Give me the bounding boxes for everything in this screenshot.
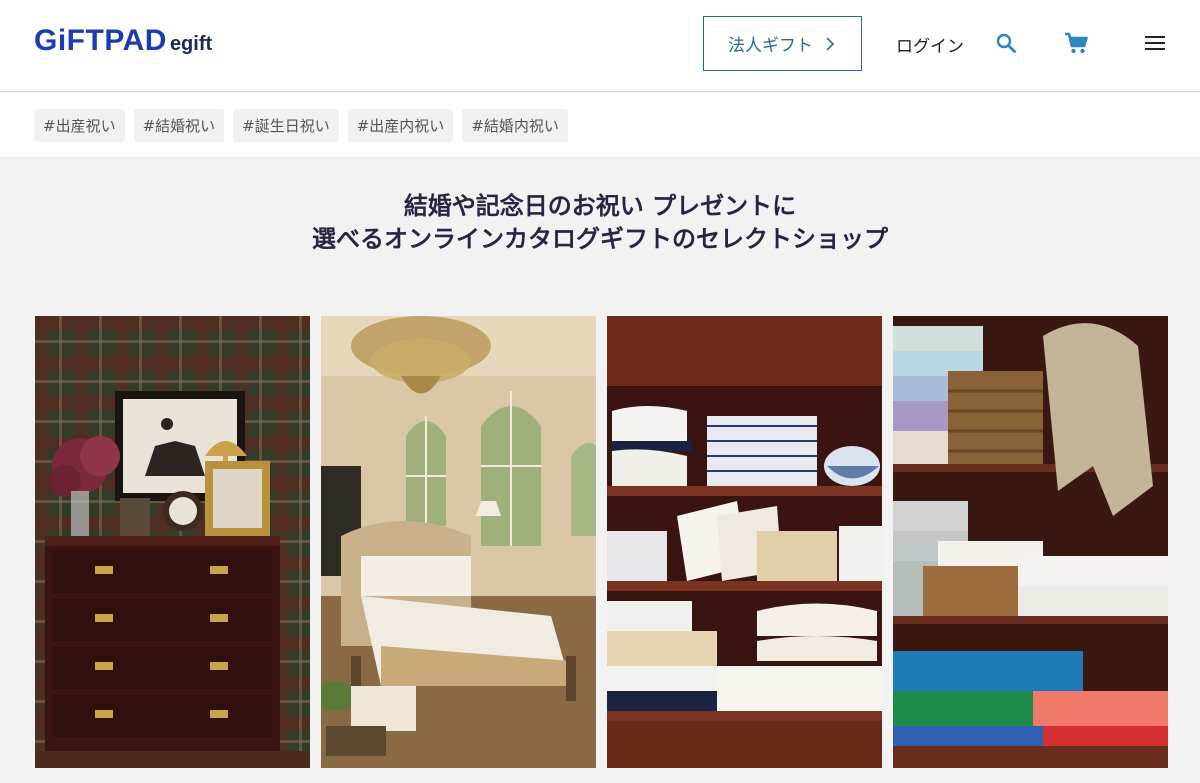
tag-birthday-celebration[interactable]: #誕生日祝い — [233, 108, 339, 142]
giftpad-logo[interactable]: GiFTPAD egift — [34, 24, 212, 58]
logo-wordmark: GiFTPAD — [34, 24, 167, 57]
site-header: GiFTPAD egift 法人ギフト ログイン — [0, 0, 1200, 92]
tag-wedding-celebration[interactable]: #結婚祝い — [133, 108, 225, 142]
canopy-bedroom-photo[interactable] — [321, 316, 596, 768]
hero-heading-line-2: 選べるオンラインカタログギフトのセレクトショップ — [312, 225, 888, 253]
login-link[interactable]: ログイン — [896, 32, 964, 57]
tag-wedding-return-gift[interactable]: #結婚内祝い — [462, 108, 568, 142]
search-icon[interactable] — [992, 29, 1020, 57]
bedding-shelf-photo[interactable] — [607, 316, 882, 768]
hero-heading: 結婚や記念日のお祝い プレゼントに 選べるオンラインカタログギフトのセレクトショ… — [0, 190, 1200, 256]
cart-icon[interactable] — [1062, 29, 1090, 57]
menu-icon[interactable] — [1141, 29, 1169, 57]
tag-birth-celebration[interactable]: #出産祝い — [34, 108, 125, 142]
chevron-right-icon — [826, 36, 835, 51]
tag-birth-return-gift[interactable]: #出産内祝い — [347, 108, 454, 142]
towel-shelf-photo[interactable] — [893, 316, 1168, 768]
catalog-photo-grid — [35, 316, 1168, 783]
hero-heading-line-1: 結婚や記念日のお祝い プレゼントに — [403, 192, 797, 220]
corporate-gift-button[interactable]: 法人ギフト — [703, 16, 862, 71]
logo-subtext: egift — [169, 33, 213, 55]
hashtag-bar: #出産祝い #結婚祝い #誕生日祝い #出産内祝い #結婚内祝い — [0, 93, 1200, 158]
corporate-gift-label: 法人ギフト — [728, 36, 813, 56]
bedroom-dresser-photo[interactable] — [35, 316, 310, 768]
